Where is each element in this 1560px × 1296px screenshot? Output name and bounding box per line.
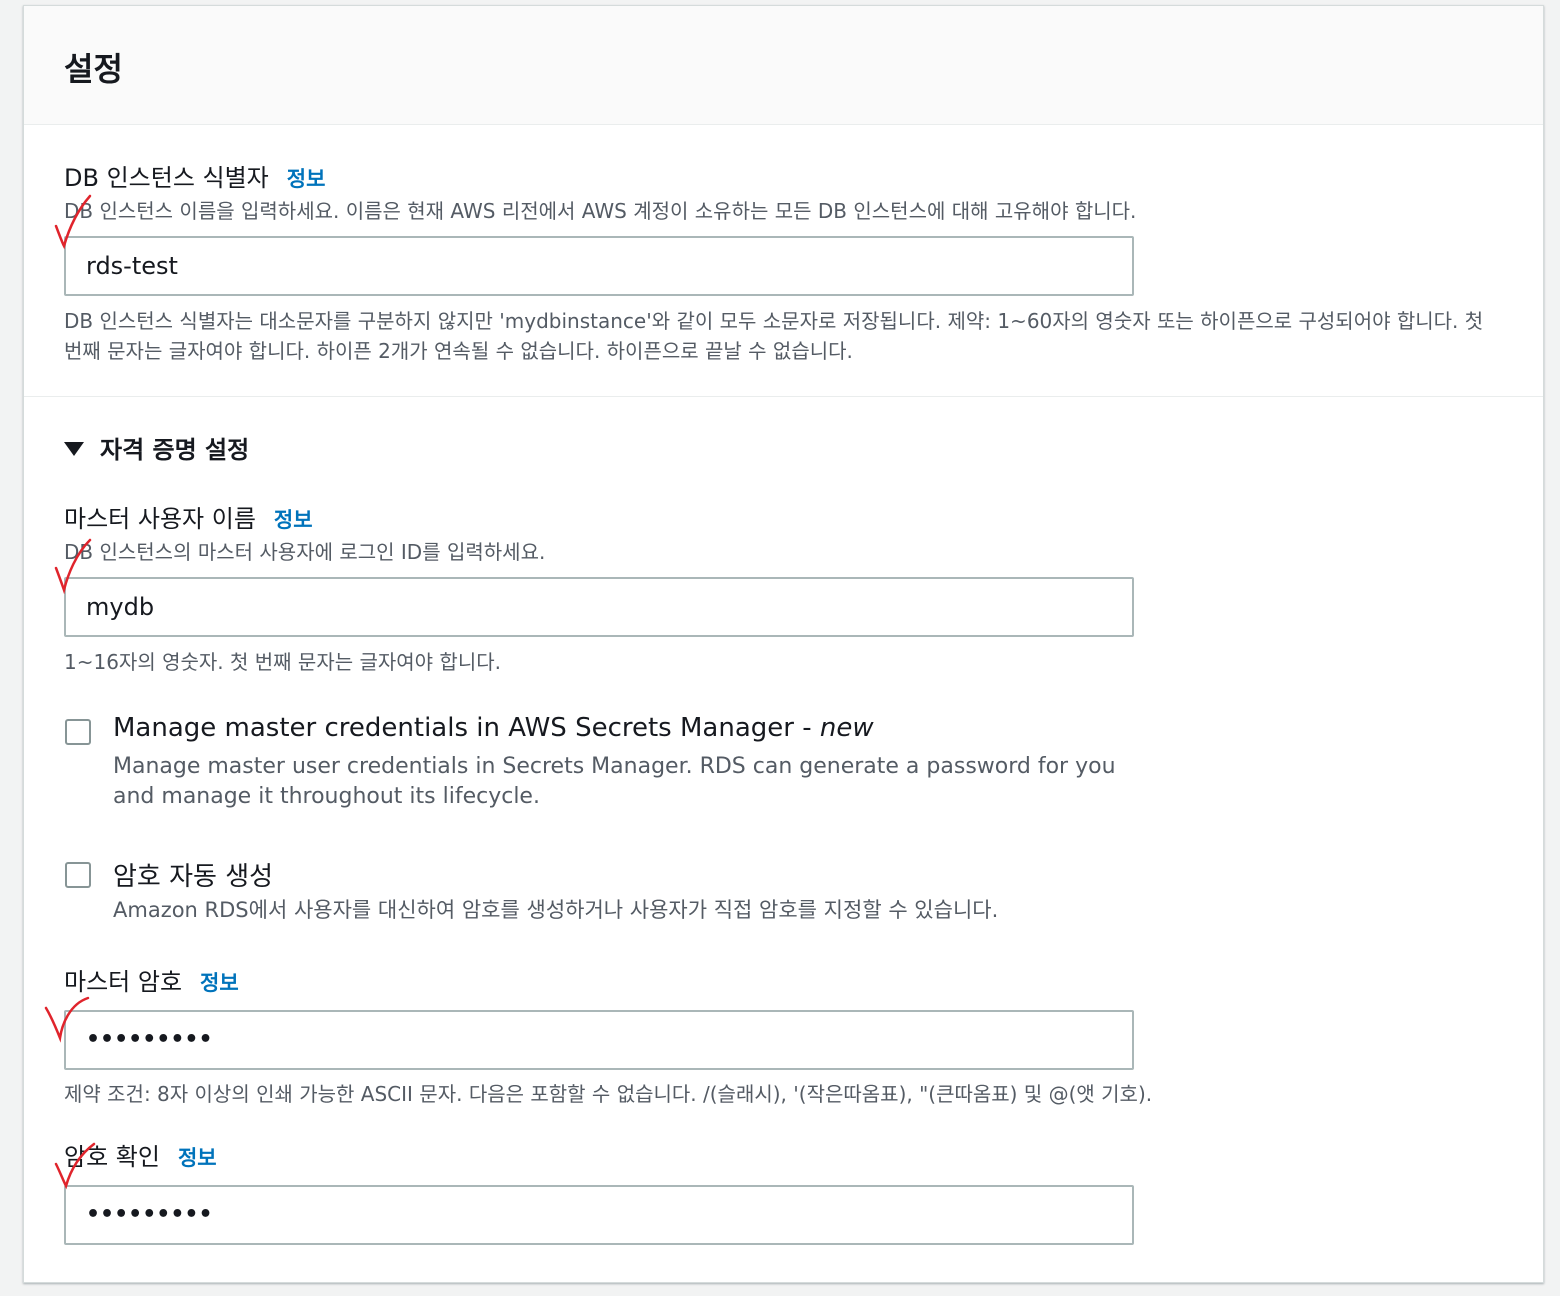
master-username-label: 마스터 사용자 이름 정보	[64, 499, 313, 534]
db-identifier-label: DB 인스턴스 식별자 정보	[64, 158, 325, 193]
credentials-section-title: 자격 증명 설정	[100, 436, 250, 464]
section-divider	[24, 396, 1543, 397]
confirm-password-label: 암호 확인 정보	[64, 1137, 217, 1172]
secrets-manager-description: Manage master user credentials in Secret…	[113, 754, 1116, 809]
db-identifier-info-link[interactable]: 정보	[287, 167, 326, 191]
secrets-manager-label[interactable]: Manage master credentials in AWS Secrets…	[113, 713, 874, 743]
master-password-input[interactable]: •••••••••	[64, 1010, 1134, 1070]
panel-header: 설정	[24, 6, 1543, 125]
master-password-label-text: 마스터 암호	[64, 968, 183, 996]
db-identifier-constraint: DB 인스턴스 식별자는 대소문자를 구분하지 않지만 'mydbinstanc…	[64, 309, 1484, 363]
master-password-constraint: 제약 조건: 8자 이상의 인쇄 가능한 ASCII 문자. 다음은 포함할 수…	[64, 1082, 1153, 1106]
master-username-input[interactable]: mydb	[64, 577, 1134, 637]
confirm-password-input[interactable]: •••••••••	[64, 1185, 1134, 1245]
secrets-manager-checkbox[interactable]	[65, 719, 91, 745]
secrets-manager-label-text: Manage master credentials in AWS Secrets…	[113, 713, 820, 743]
db-identifier-label-text: DB 인스턴스 식별자	[64, 164, 269, 192]
master-username-description: DB 인스턴스의 마스터 사용자에 로그인 ID를 입력하세요.	[64, 540, 546, 564]
master-password-info-link[interactable]: 정보	[200, 971, 239, 995]
master-username-info-link[interactable]: 정보	[274, 508, 313, 532]
confirm-password-label-text: 암호 확인	[64, 1143, 160, 1171]
master-password-label: 마스터 암호 정보	[64, 962, 239, 997]
db-identifier-input[interactable]: rds-test	[64, 236, 1134, 296]
db-identifier-description: DB 인스턴스 이름을 입력하세요. 이름은 현재 AWS 리전에서 AWS 계…	[64, 199, 1137, 223]
caret-down-icon	[64, 442, 84, 456]
secrets-manager-new-tag: new	[819, 713, 874, 743]
auto-password-checkbox[interactable]	[65, 862, 91, 888]
master-username-constraint: 1~16자의 영숫자. 첫 번째 문자는 글자여야 합니다.	[64, 650, 501, 674]
confirm-password-info-link[interactable]: 정보	[178, 1146, 217, 1170]
master-username-label-text: 마스터 사용자 이름	[64, 505, 256, 533]
auto-password-description: Amazon RDS에서 사용자를 대신하여 암호를 생성하거나 사용자가 직접…	[113, 898, 999, 922]
settings-panel: 설정 DB 인스턴스 식별자 정보 DB 인스턴스 이름을 입력하세요. 이름은 …	[23, 5, 1544, 1283]
credentials-section-toggle[interactable]: 자격 증명 설정	[64, 430, 249, 465]
auto-password-label[interactable]: 암호 자동 생성	[113, 856, 273, 893]
panel-title: 설정	[64, 50, 123, 88]
